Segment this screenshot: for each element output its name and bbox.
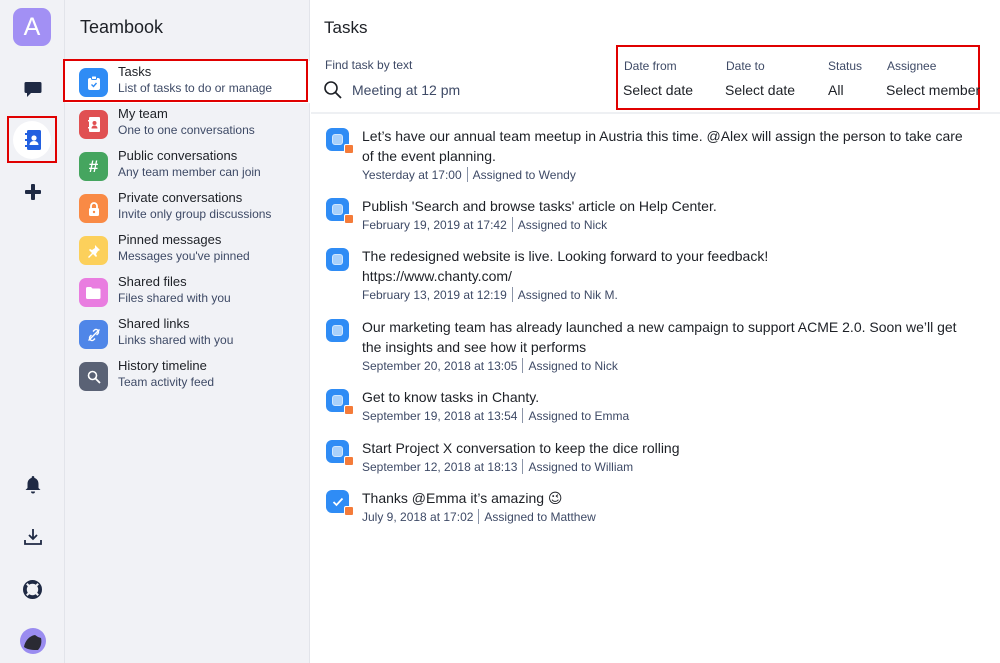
task-date: July 9, 2018 at 17:02 [362,509,474,524]
sidebar-item-label: History timeline [118,358,207,373]
lock-icon [79,194,108,223]
private-lock-icon [344,456,354,466]
task-meta: Yesterday at 17:00 Assigned to Wendy [362,167,576,182]
sidebar-item-label: Private conversations [118,190,243,205]
assignee-select[interactable]: Select member [886,82,980,98]
clipboard-icon [79,68,108,97]
check-icon [332,497,343,506]
task-date: September 19, 2018 at 13:54 [362,408,518,423]
teambook-highlight [7,116,57,163]
teambook-sidebar: Teambook Tasks List of tasks to do or ma… [65,0,310,663]
hash-icon: # [79,152,108,181]
task-meta: September 20, 2018 at 13:05 Assigned to N… [362,358,618,373]
folder-icon [79,278,108,307]
sidebar-item-subtitle: Messages you've pinned [118,249,250,263]
task-assignee[interactable]: Assigned to Nik M. [518,288,618,302]
task-text: The redesigned website is live. Looking … [362,248,769,284]
pin-icon [79,236,108,265]
sidebar-title: Teambook [80,17,164,37]
sidebar-item-pinned-messages[interactable]: Pinned messages Messages you've pinned [65,229,310,271]
task-date: Yesterday at 17:00 [362,167,462,182]
download-icon[interactable] [0,527,65,547]
private-lock-icon [344,144,354,154]
task-meta: July 9, 2018 at 17:02 Assigned to Matthew [362,509,596,524]
private-lock-icon [344,506,354,516]
sidebar-item-label: Shared files [118,274,187,289]
search-icon [324,81,342,99]
filters-box: Date from Select date Date to Select dat… [616,45,980,110]
filter-label: Status [828,59,863,73]
task-date: February 19, 2019 at 17:42 [362,217,507,232]
page-title: Tasks [324,18,368,37]
filter-label: Date to [726,59,765,73]
task-checkbox[interactable] [326,248,349,271]
avatar[interactable] [0,627,65,655]
tasks-panel: Tasks Find task by text Date from Select… [311,0,1000,663]
filter-label: Assignee [887,59,937,73]
search-input[interactable] [352,82,572,98]
sidebar-item-shared-files[interactable]: Shared files Files shared with you [65,271,310,313]
sidebar-item-subtitle: Links shared with you [118,333,234,347]
sidebar-item-my-team[interactable]: My team One to one conversations [65,103,310,145]
task-assignee[interactable]: Assigned to Matthew [484,510,595,524]
task-date: September 20, 2018 at 13:05 [362,358,518,373]
search-label: Find task by text [325,58,413,72]
private-lock-icon [344,405,354,415]
workspace-avatar[interactable]: A [13,8,51,46]
task-meta: February 13, 2019 at 12:19 Assigned to Ni… [362,287,618,302]
sidebar-item-subtitle: List of tasks to do or manage [118,81,273,95]
header-divider [311,112,1000,114]
task-meta: September 12, 2018 at 18:13 Assigned to W… [362,459,633,474]
task-text: Thanks @Emma it’s amazing 😉 [362,490,563,506]
task-assignee[interactable]: Assigned to William [528,460,633,474]
private-lock-icon [344,214,354,224]
task-checkbox[interactable] [326,319,349,342]
filter-label: Date from [624,59,677,73]
sidebar-item-label: Shared links [118,316,190,331]
contacts-icon [79,110,108,139]
task-meta: September 19, 2018 at 13:54 Assigned to E… [362,408,629,423]
add-icon[interactable] [0,182,65,202]
sidebar-item-history-timeline[interactable]: History timeline Team activity feed [65,355,310,397]
task-text: Start Project X conversation to keep the… [362,440,680,456]
task-text: Publish 'Search and browse tasks' articl… [362,198,717,214]
app-rail: A [0,0,65,663]
task-assignee[interactable]: Assigned to Nick [518,218,607,232]
sidebar-item-subtitle: Files shared with you [118,291,231,305]
sidebar-item-label: My team [118,106,168,121]
date-from-select[interactable]: Select date [623,82,693,98]
chat-icon[interactable] [0,78,65,100]
bell-icon[interactable] [0,474,65,496]
help-icon[interactable] [0,578,65,600]
task-date: September 12, 2018 at 18:13 [362,459,518,474]
task-assignee[interactable]: Assigned to Emma [528,409,629,423]
link-icon [79,320,108,349]
sidebar-item-shared-links[interactable]: Shared links Links shared with you [65,313,310,355]
task-assignee[interactable]: Assigned to Nick [528,359,617,373]
sidebar-item-label: Public conversations [118,148,238,163]
task-date: February 13, 2019 at 12:19 [362,287,507,302]
sidebar-item-subtitle: Any team member can join [118,165,261,179]
sidebar-item-public-conversations[interactable]: # Public conversations Any team member c… [65,145,310,187]
task-text: Get to know tasks in Chanty. [362,389,540,405]
sidebar-item-subtitle: Invite only group discussions [118,207,272,221]
task-meta: February 19, 2019 at 17:42 Assigned to Ni… [362,217,607,232]
search-icon [79,362,108,391]
task-assignee[interactable]: Assigned to Wendy [473,168,576,182]
sidebar-item-tasks[interactable]: Tasks List of tasks to do or manage [65,61,310,103]
task-text: Our marketing team has already launched … [362,319,957,355]
sidebar-item-label: Tasks [118,64,152,79]
sidebar-item-subtitle: Team activity feed [118,375,215,389]
task-text: Let’s have our annual team meetup in Aus… [362,128,963,164]
date-to-select[interactable]: Select date [725,82,795,98]
sidebar-item-private-conversations[interactable]: Private conversations Invite only group … [65,187,310,229]
status-select[interactable]: All [828,82,844,98]
sidebar-item-label: Pinned messages [118,232,222,247]
search-field[interactable] [323,79,583,101]
sidebar-item-subtitle: One to one conversations [118,123,255,137]
